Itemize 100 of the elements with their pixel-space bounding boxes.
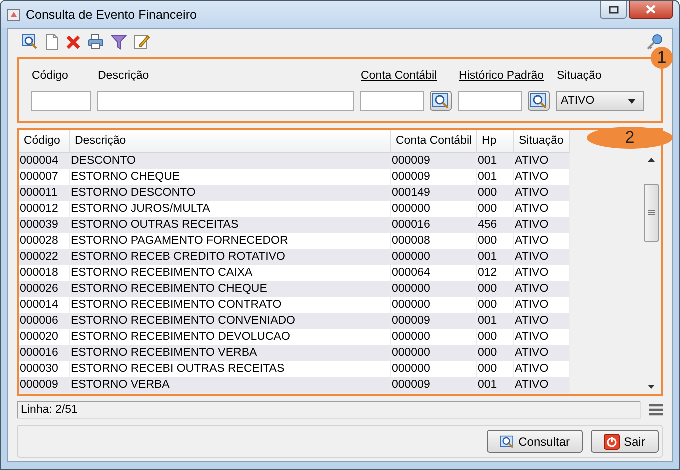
field-label: Código bbox=[31, 70, 70, 84]
search-icon bbox=[500, 434, 515, 450]
table-cell: ATIVO bbox=[514, 297, 570, 313]
restore-icon bbox=[608, 6, 618, 14]
status-field: Linha: 2/51 bbox=[17, 401, 641, 419]
search-button[interactable]: Consultar bbox=[487, 430, 583, 453]
table-cell: ESTORNO RECEBIMENTO CONTRATO bbox=[70, 297, 391, 313]
table-cell: 001 bbox=[477, 313, 514, 329]
grip-icon[interactable] bbox=[648, 210, 654, 216]
scroll-down-icon[interactable] bbox=[648, 385, 654, 389]
table-cell: 000000 bbox=[391, 201, 477, 217]
table-cell: 000000 bbox=[391, 249, 477, 265]
table-cell: ATIVO bbox=[514, 377, 570, 393]
table-cell: ATIVO bbox=[514, 361, 570, 377]
column-header[interactable]: Conta Contábil bbox=[391, 130, 477, 153]
table-cell: 000014 bbox=[19, 297, 70, 313]
lookup-button[interactable] bbox=[528, 91, 550, 111]
table-cell: ATIVO bbox=[514, 249, 570, 265]
table-cell: 456 bbox=[477, 217, 514, 233]
table-cell: 000 bbox=[477, 233, 514, 249]
table-cell: ESTORNO RECEBIMENTO CHEQUE bbox=[70, 281, 391, 297]
table-cell: 000000 bbox=[391, 345, 477, 361]
table-cell: 000009 bbox=[391, 313, 477, 329]
table-cell: 000000 bbox=[391, 329, 477, 345]
table-cell: ESTORNO CHEQUE bbox=[70, 169, 391, 185]
status-dropdown[interactable]: ATIVO bbox=[556, 91, 644, 111]
input-field[interactable] bbox=[31, 91, 91, 111]
table-cell: 000009 bbox=[19, 377, 70, 393]
table-cell: 012 bbox=[477, 265, 514, 281]
table-cell: ESTORNO DESCONTO bbox=[70, 185, 391, 201]
lookup-button[interactable] bbox=[430, 91, 452, 111]
table-cell: ATIVO bbox=[514, 233, 570, 249]
printer-icon[interactable] bbox=[88, 34, 104, 50]
table-cell: 000011 bbox=[19, 185, 70, 201]
table-cell: 000007 bbox=[19, 169, 70, 185]
table-cell: 000 bbox=[477, 329, 514, 345]
field-label: Descrição bbox=[97, 70, 150, 84]
table-cell: 000000 bbox=[391, 297, 477, 313]
table-cell: 000 bbox=[477, 345, 514, 361]
field-link[interactable]: Histórico Padrão bbox=[458, 70, 550, 84]
app-icon bbox=[7, 8, 21, 22]
table-cell: ESTORNO RECEBIMENTO VERBA bbox=[70, 345, 391, 361]
table-cell: 000030 bbox=[19, 361, 70, 377]
table-cell: 000 bbox=[477, 297, 514, 313]
key-icon[interactable] bbox=[646, 34, 663, 50]
table-cell: ESTORNO RECEBI OUTRAS RECEITAS bbox=[70, 361, 391, 377]
delete-icon[interactable] bbox=[66, 34, 81, 50]
table-cell: ATIVO bbox=[514, 329, 570, 345]
scroll-up-icon[interactable] bbox=[648, 158, 654, 162]
table-cell: 000 bbox=[477, 281, 514, 297]
callout-badge: 1 bbox=[651, 47, 673, 69]
table-cell: ATIVO bbox=[514, 169, 570, 185]
column-header[interactable]: Descrição bbox=[70, 130, 391, 153]
table-cell: ATIVO bbox=[514, 153, 570, 169]
table-cell: 000149 bbox=[391, 185, 477, 201]
input-field[interactable] bbox=[458, 91, 522, 111]
table-cell: ESTORNO RECEB CREDITO ROTATIVO bbox=[70, 249, 391, 265]
table-cell: 000018 bbox=[19, 265, 70, 281]
exit-button[interactable]: Sair bbox=[591, 430, 659, 453]
search-icon[interactable] bbox=[22, 34, 38, 50]
power-icon bbox=[604, 434, 620, 450]
table-cell: 000039 bbox=[19, 217, 70, 233]
window-title: Consulta de Evento Financeiro bbox=[26, 8, 197, 22]
filter-icon[interactable] bbox=[111, 34, 127, 50]
table-cell: ESTORNO OUTRAS RECEITAS bbox=[70, 217, 391, 233]
restore-button[interactable] bbox=[600, 1, 627, 19]
table-cell: 000022 bbox=[19, 249, 70, 265]
table-cell: 000016 bbox=[19, 345, 70, 361]
table-cell: ATIVO bbox=[514, 201, 570, 217]
menu-icon[interactable] bbox=[649, 404, 663, 416]
search-icon bbox=[530, 93, 548, 109]
table-cell: 000009 bbox=[391, 377, 477, 393]
field-label: Situação bbox=[556, 70, 603, 84]
input-field[interactable] bbox=[97, 91, 354, 111]
table-cell: ATIVO bbox=[514, 281, 570, 297]
table-cell: 001 bbox=[477, 377, 514, 393]
table-cell: 000008 bbox=[391, 233, 477, 249]
field-link[interactable]: Conta Contábil bbox=[360, 70, 452, 84]
edit-icon[interactable] bbox=[134, 34, 150, 50]
table-cell: ESTORNO JUROS/MULTA bbox=[70, 201, 391, 217]
column-header[interactable]: Hp bbox=[477, 130, 514, 153]
table-cell: 001 bbox=[477, 169, 514, 185]
new-document-icon[interactable] bbox=[45, 34, 59, 50]
close-icon bbox=[646, 5, 656, 14]
table-cell: ESTORNO RECEBIMENTO DEVOLUCAO bbox=[70, 329, 391, 345]
column-header[interactable]: Código bbox=[19, 130, 70, 153]
close-button[interactable] bbox=[629, 1, 673, 19]
table-cell: 000 bbox=[477, 201, 514, 217]
search-icon bbox=[432, 93, 450, 109]
table-cell: 000 bbox=[477, 361, 514, 377]
table-cell: DESCONTO bbox=[70, 153, 391, 169]
table-cell: 000012 bbox=[19, 201, 70, 217]
table-cell: 000028 bbox=[19, 233, 70, 249]
table-cell: ATIVO bbox=[514, 185, 570, 201]
table-cell: 000004 bbox=[19, 153, 70, 169]
table-cell: 000000 bbox=[391, 281, 477, 297]
table-cell: ATIVO bbox=[514, 217, 570, 233]
input-field[interactable] bbox=[360, 91, 424, 111]
column-header[interactable]: Situação bbox=[514, 130, 570, 153]
callout-badge: 2 bbox=[587, 127, 673, 149]
